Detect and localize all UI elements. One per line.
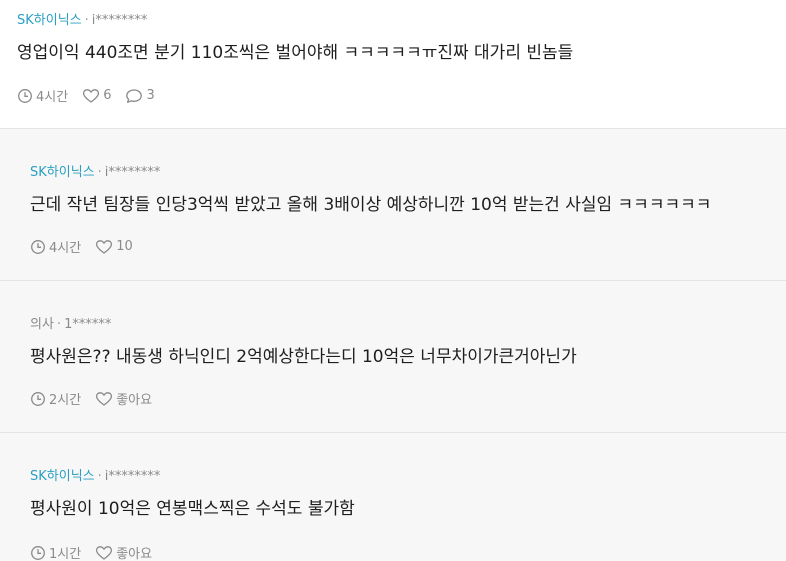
reply-item: SK하이닉스 · i******** 근데 작년 팀장들 인당3억씩 받았고 올해 … <box>0 129 786 281</box>
comment-text: 근데 작년 팀장들 인당3억씩 받았고 올해 3배이상 예상하니깐 10억 받는… <box>30 195 712 215</box>
comment-text: 평사원은?? 내동생 하닉인디 2억예상한다는디 10억은 너무차이가큰거아닌가 <box>30 347 577 367</box>
timestamp: 1시간 <box>30 543 81 561</box>
separator-dot: · <box>97 165 102 180</box>
like-button[interactable]: 6 <box>82 88 111 104</box>
heart-icon <box>83 88 100 103</box>
comment-meta: 의사 · 1****** <box>30 317 111 333</box>
clock-icon <box>31 391 45 406</box>
speech-bubble-icon <box>126 88 143 103</box>
like-button[interactable]: 10 <box>95 239 133 255</box>
reply-count: 3 <box>146 88 155 103</box>
company-link[interactable]: SK하이닉스 <box>30 165 95 180</box>
timestamp: 2시간 <box>30 389 81 408</box>
timestamp: 4시간 <box>17 86 68 105</box>
timestamp: 4시간 <box>30 237 81 256</box>
comment-text: 영업이익 440조면 분기 110조씩은 벌어야해 ㅋㅋㅋㅋㅋㅠ진짜 대가리 빈… <box>17 43 574 63</box>
author-name: 1****** <box>64 317 112 332</box>
comment-actions: 2시간 좋아요 <box>30 389 166 408</box>
separator-dot: · <box>97 469 102 484</box>
time-label: 4시간 <box>36 90 69 105</box>
like-label: 좋아요 <box>116 547 153 561</box>
comment-meta: SK하이닉스 · i******** <box>30 165 160 181</box>
separator-dot: · <box>84 13 89 28</box>
clock-icon <box>31 545 45 560</box>
clock-icon <box>18 88 32 103</box>
company-link[interactable]: SK하이닉스 <box>17 13 82 28</box>
like-button[interactable]: 좋아요 <box>95 543 152 561</box>
author-name: i******** <box>104 469 161 484</box>
time-label: 4시간 <box>49 241 82 256</box>
like-count: 10 <box>116 239 133 254</box>
heart-icon <box>96 239 113 254</box>
time-label: 1시간 <box>49 547 82 561</box>
author-name: i******** <box>104 165 161 180</box>
comment-meta: SK하이닉스 · i******** <box>30 469 160 485</box>
like-button[interactable]: 좋아요 <box>95 389 152 408</box>
like-count: 6 <box>103 88 112 103</box>
reply-button[interactable]: 3 <box>125 88 155 104</box>
author-name: i******** <box>91 13 148 28</box>
heart-icon <box>96 391 113 406</box>
company-label: 의사 <box>30 317 54 332</box>
heart-icon <box>96 545 113 560</box>
comment-actions: 4시간 6 3 <box>17 86 169 105</box>
reply-item: SK하이닉스 · i******** 평사원이 10억은 연봉맥스찍은 수석도 불가… <box>0 433 786 561</box>
reply-item: 의사 · 1****** 평사원은?? 내동생 하닉인디 2억예상한다는디 10억은… <box>0 281 786 433</box>
comment-actions: 4시간 10 <box>30 237 147 256</box>
comment-actions: 1시간 좋아요 <box>30 543 166 561</box>
company-link[interactable]: SK하이닉스 <box>30 469 95 484</box>
comment-text: 평사원이 10억은 연봉맥스찍은 수석도 불가함 <box>30 499 355 519</box>
comment-meta: SK하이닉스 · i******** <box>17 13 147 29</box>
comment-feed: SK하이닉스 · i******** 영업이익 440조면 분기 110조씩은 벌어… <box>0 0 786 561</box>
separator-dot: · <box>56 317 62 332</box>
like-label: 좋아요 <box>116 393 153 408</box>
comment-item: SK하이닉스 · i******** 영업이익 440조면 분기 110조씩은 벌어… <box>0 0 786 129</box>
clock-icon <box>31 239 45 254</box>
time-label: 2시간 <box>49 393 82 408</box>
